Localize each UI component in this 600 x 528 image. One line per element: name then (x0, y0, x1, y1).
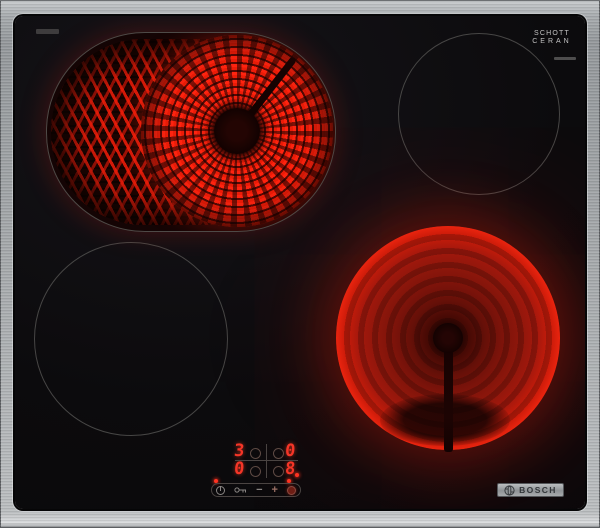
schott-label-line1: SCHOTT (524, 30, 580, 38)
power-button[interactable] (216, 486, 225, 495)
zone-select-button[interactable] (287, 486, 296, 495)
display-divider-horizontal (235, 460, 298, 461)
display-divider-vertical (266, 444, 267, 478)
display-bottom-left: 0 (233, 461, 245, 478)
cooktop: SCHOTT CERAN 3 0 0 8 (0, 0, 600, 528)
burner-center-hub (433, 323, 463, 353)
minus-button[interactable]: − (256, 485, 262, 496)
display-dot-led (295, 473, 299, 477)
burner-bottom-left (34, 242, 228, 436)
zone-indicator-top-right (273, 448, 284, 459)
zone-indicator-bottom-left (250, 466, 261, 477)
ceramic-glass-surface: SCHOTT CERAN 3 0 0 8 (15, 16, 585, 509)
schott-ceran-label: SCHOTT CERAN (524, 30, 580, 60)
power-icon (220, 486, 222, 491)
bosch-badge: BOSCH (497, 483, 564, 497)
zone-indicator-bottom-right (273, 466, 284, 477)
touch-control-panel: − + (211, 483, 301, 497)
bosch-logo-icon (504, 485, 515, 496)
zone-indicator-top-left (250, 448, 261, 459)
display-top-left: 3 (233, 443, 245, 460)
thermal-sensor-stem (444, 338, 453, 452)
burner-center-hub (214, 108, 260, 154)
child-lock-key-icon[interactable] (234, 486, 247, 494)
bosch-wordmark: BOSCH (519, 486, 557, 495)
burner-bottom-right (336, 226, 560, 450)
schott-label-fineprint (554, 57, 576, 60)
display-top-right: 0 (284, 443, 296, 460)
model-label (36, 29, 59, 34)
schott-label-line2: CERAN (524, 38, 580, 46)
burner-round-zone (141, 35, 333, 227)
plus-button[interactable]: + (272, 485, 278, 496)
burner-top-left-dual-zone (46, 32, 336, 232)
